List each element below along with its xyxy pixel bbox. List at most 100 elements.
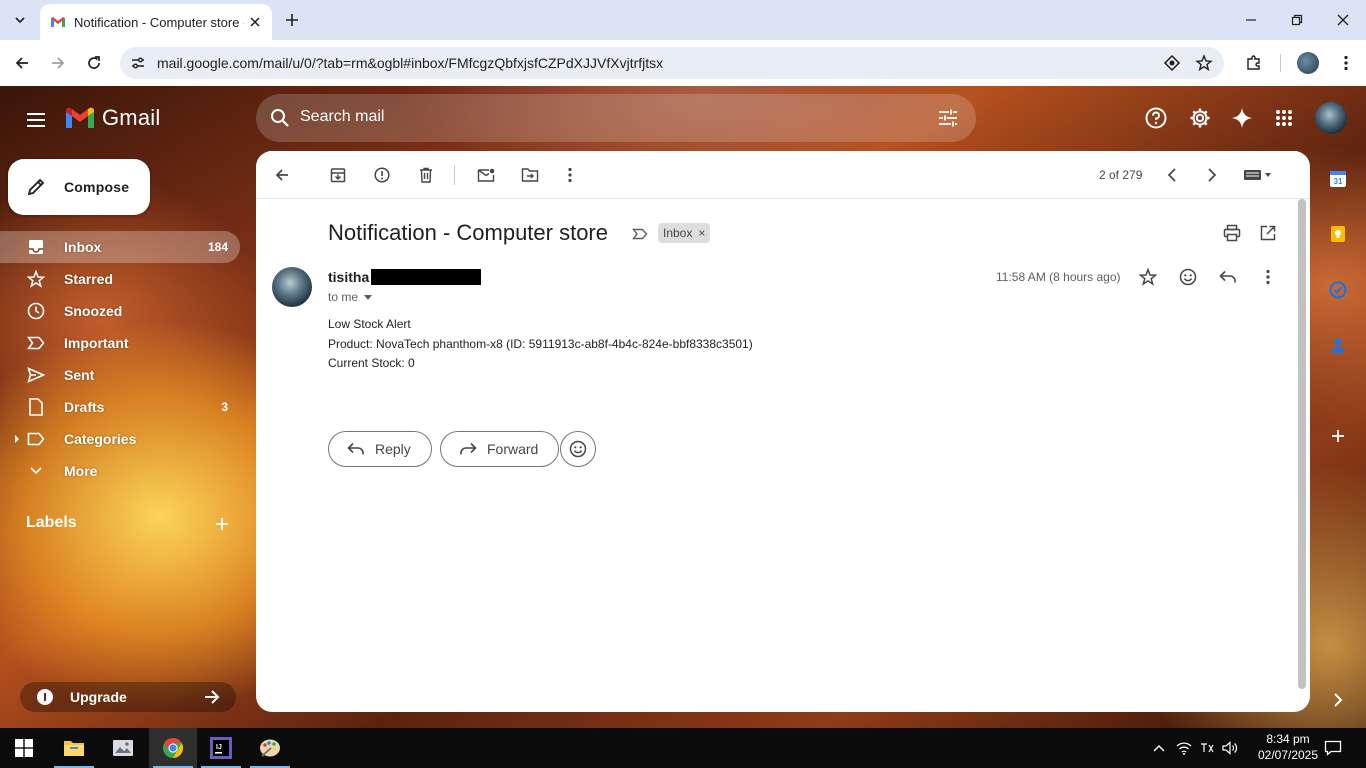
folder-icon: [64, 741, 84, 756]
profile-button[interactable]: [1294, 49, 1322, 77]
newer-button[interactable]: [1158, 161, 1186, 189]
tab-close-button[interactable]: [246, 13, 264, 31]
recipient-details[interactable]: to me: [328, 290, 373, 304]
add-reaction-button[interactable]: [1176, 265, 1200, 289]
remove-label-icon[interactable]: ×: [698, 226, 705, 240]
scrollbar-thumb[interactable]: [1298, 199, 1306, 689]
mark-unread-button[interactable]: [472, 161, 500, 189]
extensions-button[interactable]: [1240, 49, 1268, 77]
arrow-left-icon: [15, 57, 28, 69]
chevron-right-icon: [1208, 168, 1217, 182]
upgrade-button[interactable]: Upgrade: [20, 682, 236, 712]
volume-status[interactable]: [1220, 738, 1240, 758]
sparkle-icon: [1232, 108, 1252, 128]
main-menu-button[interactable]: [20, 104, 52, 136]
report-spam-button[interactable]: [368, 161, 396, 189]
back-to-inbox-button[interactable]: [268, 161, 296, 189]
new-tab-button[interactable]: [280, 8, 304, 32]
importance-marker[interactable]: [630, 224, 650, 244]
browser-tab-active[interactable]: Notification - Computer store -: [40, 4, 272, 40]
caret-down-icon[interactable]: [364, 294, 373, 300]
message-more-button[interactable]: [1256, 265, 1280, 289]
reply-button[interactable]: Reply: [328, 431, 432, 467]
sidebar-item-label: Snoozed: [64, 303, 123, 319]
compose-button[interactable]: Compose: [8, 159, 150, 215]
sidebar-item-more[interactable]: More: [0, 455, 240, 487]
draft-icon: [26, 397, 46, 417]
taskbar-clock[interactable]: 8:34 pm 02/07/2025: [1256, 731, 1320, 763]
search-options-button[interactable]: [934, 104, 962, 132]
settings-button[interactable]: [1184, 102, 1216, 134]
sidebar-item-important[interactable]: Important: [0, 327, 240, 359]
get-addons-button[interactable]: [1326, 424, 1350, 448]
gmail-logo[interactable]: Gmail: [64, 105, 160, 131]
network-status[interactable]: [1174, 738, 1194, 758]
keep-addon-button[interactable]: [1326, 222, 1350, 246]
windows-taskbar: IJ 8:34 pm 02/07/2025: [0, 728, 1366, 768]
taskbar-file-explorer[interactable]: [50, 728, 98, 768]
browser-menu-button[interactable]: [1332, 49, 1360, 77]
keyboard-layout-status[interactable]: [1197, 738, 1217, 758]
site-info-button[interactable]: [126, 51, 150, 75]
close-window-button[interactable]: [1320, 0, 1366, 40]
search-icon[interactable]: [266, 104, 294, 132]
sidebar-item-sent[interactable]: Sent: [0, 359, 240, 391]
taskbar-app-photos[interactable]: [99, 728, 147, 768]
create-label-button[interactable]: [212, 514, 232, 534]
back-button[interactable]: [8, 49, 36, 77]
sidebar-item-inbox[interactable]: Inbox 184: [0, 231, 240, 263]
forward-button[interactable]: [44, 49, 72, 77]
message-scrollbar[interactable]: [1296, 199, 1308, 712]
more-actions-button[interactable]: [556, 161, 584, 189]
label-chip-inbox[interactable]: Inbox ×: [658, 223, 711, 243]
tasks-addon-button[interactable]: [1326, 278, 1350, 302]
sidebar-item-categories[interactable]: Categories: [0, 423, 240, 455]
emoji-reaction-button[interactable]: [560, 431, 596, 467]
move-to-button[interactable]: [516, 161, 544, 189]
star-message-button[interactable]: [1136, 265, 1160, 289]
taskbar-chrome[interactable]: [149, 728, 197, 768]
reply-icon-button[interactable]: [1216, 265, 1240, 289]
show-side-panel-button[interactable]: [1326, 688, 1350, 712]
recipient-text: to me: [328, 290, 359, 304]
chevron-down-icon: [26, 461, 46, 481]
sidebar-item-snoozed[interactable]: Snoozed: [0, 295, 240, 327]
archive-button[interactable]: [324, 161, 352, 189]
forward-button[interactable]: Forward: [440, 431, 560, 467]
action-center-button[interactable]: [1323, 738, 1343, 758]
gemini-button[interactable]: [1226, 102, 1258, 134]
tab-search-button[interactable]: [6, 6, 34, 34]
reload-button[interactable]: [80, 49, 108, 77]
open-new-window-button[interactable]: [1256, 221, 1280, 245]
google-apps-button[interactable]: [1268, 102, 1300, 134]
browser-tab-strip: Notification - Computer store -: [0, 0, 1366, 40]
taskbar-intellij[interactable]: IJ: [197, 728, 245, 768]
sender-avatar[interactable]: [272, 267, 312, 307]
show-hidden-icons-button[interactable]: [1149, 738, 1169, 758]
input-tools-button[interactable]: [1238, 161, 1278, 189]
sidebar-item-drafts[interactable]: Drafts 3: [0, 391, 240, 423]
sidebar-item-label: Sent: [64, 367, 95, 383]
password-manager-button[interactable]: [1160, 51, 1184, 75]
contacts-addon-button[interactable]: [1326, 334, 1350, 358]
account-avatar[interactable]: [1315, 102, 1347, 134]
search-mail-bar[interactable]: Search mail: [256, 94, 976, 142]
minimize-button[interactable]: [1228, 0, 1274, 40]
calendar-addon-button[interactable]: 31: [1326, 167, 1350, 191]
address-bar[interactable]: mail.google.com/mail/u/0/?tab=rm&ogbl#in…: [120, 47, 1224, 79]
delete-button[interactable]: [412, 161, 440, 189]
older-button[interactable]: [1198, 161, 1226, 189]
wifi-icon: [1176, 742, 1192, 755]
support-button[interactable]: [1140, 102, 1172, 134]
input-method-icon: [1201, 743, 1214, 753]
taskbar-paint[interactable]: [246, 728, 294, 768]
expand-arrow-icon[interactable]: [14, 434, 20, 444]
reply-label: Reply: [375, 441, 411, 457]
sender-name[interactable]: tisitha: [328, 269, 369, 285]
bookmark-button[interactable]: [1192, 51, 1216, 75]
print-all-button[interactable]: [1220, 221, 1244, 245]
restore-button[interactable]: [1274, 0, 1320, 40]
sidebar-item-starred[interactable]: Starred: [0, 263, 240, 295]
start-button[interactable]: [0, 728, 48, 768]
email-body-line: Current Stock: 0: [328, 356, 415, 370]
